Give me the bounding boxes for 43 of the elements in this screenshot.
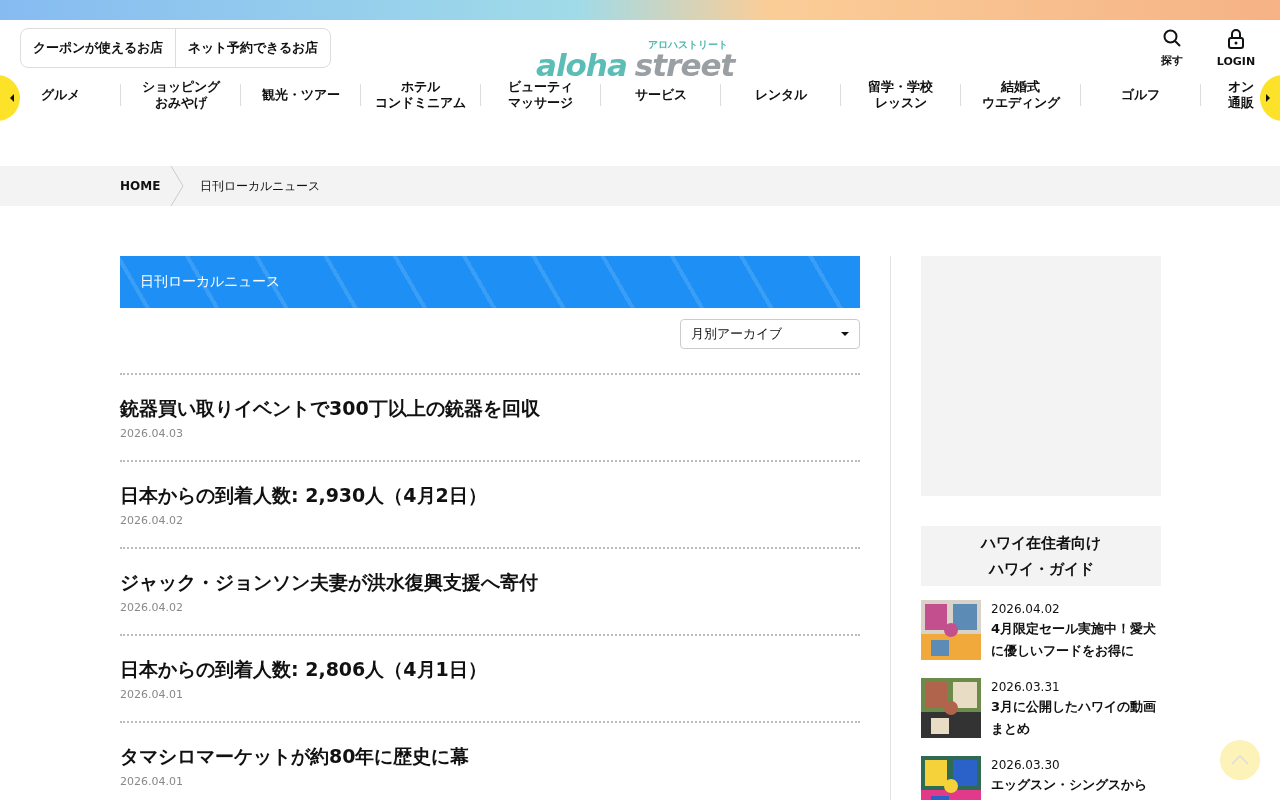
post-date: 2026.04.02	[991, 602, 1061, 616]
breadcrumb-link[interactable]: 日刊ローカルニュース	[200, 177, 321, 195]
nav-link[interactable]: ショッピング おみやげ	[141, 79, 220, 111]
breadcrumb-link[interactable]: HOME	[120, 179, 161, 193]
article-date: 2026.04.01	[120, 775, 184, 788]
guide-heading: ハワイ在住者向け ハワイ・ガイド	[921, 526, 1161, 586]
nav-link[interactable]: 観光・ツアー	[261, 87, 340, 103]
article-date: 2026.04.02	[120, 601, 184, 614]
article-title[interactable]: ジャック・ジョンソン夫妻が洪水復興支援へ寄付	[120, 569, 860, 595]
nav-link[interactable]: 留学・学校 レッスン	[868, 79, 933, 111]
search-button[interactable]: 探す	[1152, 28, 1192, 68]
nav-link[interactable]: 結婚式 ウエディング	[981, 79, 1060, 111]
caret-right-icon	[1266, 94, 1270, 102]
caret-left-icon	[10, 94, 14, 102]
chevron-up-icon	[1231, 755, 1249, 765]
lock-icon	[1228, 28, 1244, 49]
article-title[interactable]: タマシロマーケットが約80年に歴史に幕	[120, 743, 860, 769]
article-date: 2026.04.03	[120, 427, 184, 440]
search-icon	[1163, 28, 1181, 47]
nav-link[interactable]: ビューティ マッサージ	[508, 79, 573, 111]
caret-down-icon	[841, 332, 849, 336]
filter-link[interactable]: クーポンが使えるお店	[21, 29, 175, 67]
article-title[interactable]: 日本からの到着人数: 2,930人（4月2日）	[120, 482, 860, 508]
article-date: 2026.04.02	[120, 514, 184, 527]
nav-link[interactable]: ホテル コンドミニアム	[375, 79, 466, 111]
section-title: 日刊ローカルニュース	[140, 273, 280, 291]
filter-link[interactable]: ネット予約できるお店	[175, 29, 330, 67]
nav-link[interactable]: レンタル	[754, 87, 807, 103]
post-date: 2026.03.30	[991, 758, 1061, 772]
post-date: 2026.03.31	[991, 680, 1061, 694]
post-title[interactable]: エッグスン・シングスから	[991, 774, 1147, 796]
post-title[interactable]: 4月限定セール実施中！愛犬に優しいフードをお得に	[991, 618, 1161, 662]
post-title[interactable]: 3月に公開したハワイの動画まとめ	[991, 696, 1161, 740]
archive-select[interactable]: 月別アーカイブ	[680, 319, 860, 349]
nav-link[interactable]: サービス	[634, 87, 687, 103]
article-title[interactable]: 銃器買い取りイベントで300丁以上の銃器を回収	[120, 395, 860, 421]
login-button[interactable]: LOGIN	[1216, 28, 1256, 68]
chevron-separator-icon	[170, 166, 185, 206]
article-title[interactable]: 日本からの到着人数: 2,806人（4月1日）	[120, 656, 860, 682]
nav-link[interactable]: ゴルフ	[1121, 87, 1160, 103]
article-date: 2026.04.01	[120, 688, 184, 701]
nav-link[interactable]: グルメ	[40, 87, 80, 103]
nav-link[interactable]: オン 通販	[1227, 79, 1254, 111]
